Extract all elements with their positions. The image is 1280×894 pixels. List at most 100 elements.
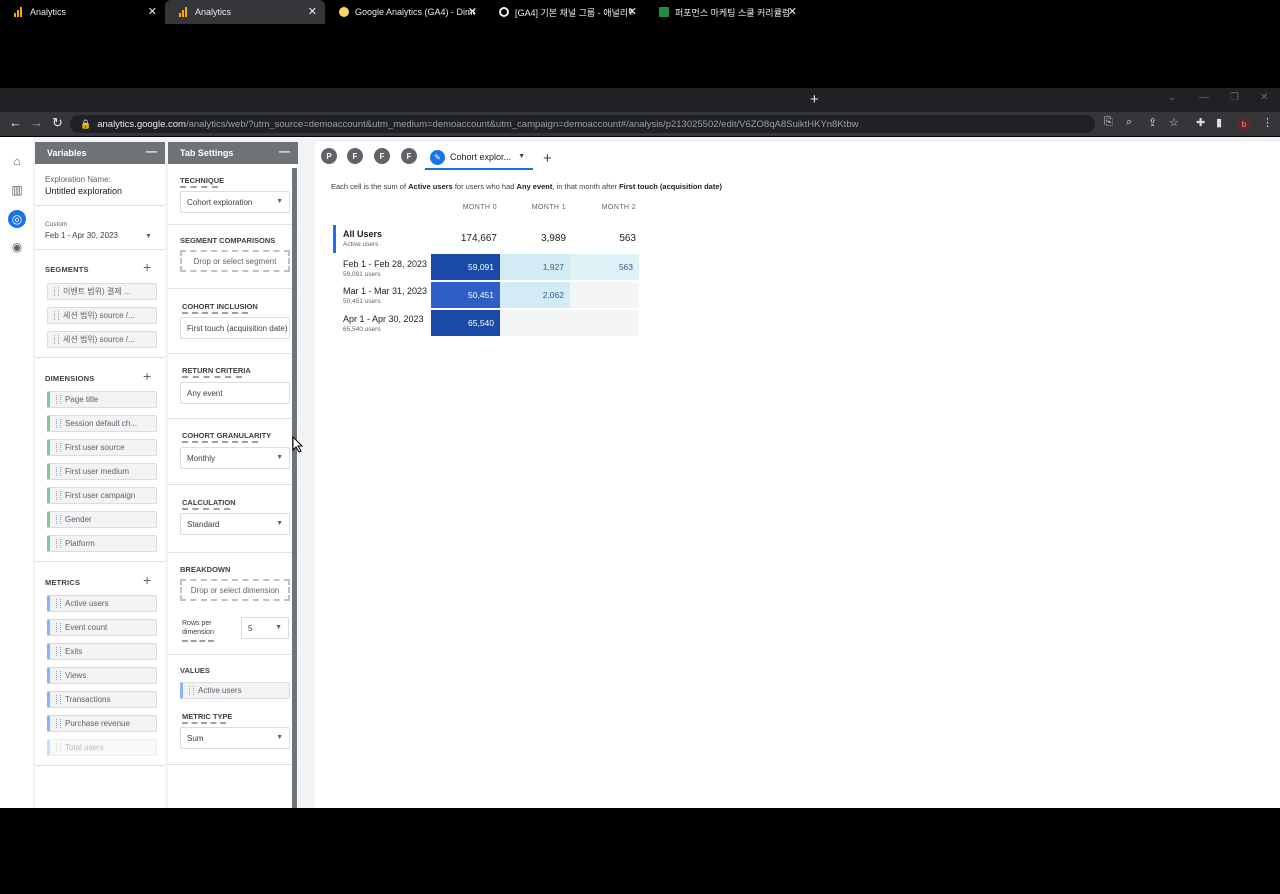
segment-chip[interactable]: 이벤트 범위) 결제 ... <box>47 283 157 300</box>
rows-per-dimension-select[interactable]: 5 ▼ <box>241 617 289 639</box>
segment-chip[interactable]: 세션 범위) source /... <box>47 307 157 324</box>
dimension-chip[interactable]: First user source <box>47 439 157 456</box>
browser-tab[interactable]: [GA4] 기본 채널 그룹 - 애널리틱 ✕ <box>485 0 645 24</box>
date-range-picker[interactable]: Feb 1 - Apr 30, 2023 <box>45 231 118 240</box>
tab-circle-f[interactable]: F <box>374 148 390 164</box>
dimension-chip[interactable]: Page title <box>47 391 157 408</box>
more-vert-icon[interactable]: ⋮ <box>1262 116 1273 129</box>
minimize-panel-icon[interactable]: — <box>279 146 290 158</box>
new-tab-icon[interactable]: + <box>810 91 819 108</box>
panel-scrollbar[interactable] <box>292 168 297 808</box>
divider <box>35 205 165 206</box>
return-criteria-select[interactable]: Any event <box>180 382 290 404</box>
cohort-cell[interactable]: 563 <box>570 254 639 280</box>
zoom-icon[interactable]: ⌕ <box>1126 116 1132 129</box>
dash-underline <box>182 640 214 642</box>
metric-chip[interactable]: Event count <box>47 619 157 636</box>
close-icon[interactable]: ✕ <box>628 5 637 18</box>
side-panel-icon[interactable]: ▮ <box>1216 116 1222 129</box>
breakdown-drop-zone[interactable]: Drop or select dimension <box>180 579 290 601</box>
tab-title: Analytics <box>195 7 232 17</box>
restore-icon[interactable]: ❐ <box>1230 92 1239 103</box>
cohort-cell[interactable]: 1,927 <box>500 254 570 280</box>
metrics-title: METRICS <box>45 578 81 587</box>
metric-chip[interactable]: Exits <box>47 643 157 660</box>
advertising-icon[interactable]: ◉ <box>9 239 25 255</box>
add-metric-icon[interactable]: + <box>143 572 151 588</box>
browser-tab[interactable]: Google Analytics (GA4) - Dimen ✕ <box>325 0 485 24</box>
home-icon[interactable]: ⌂ <box>9 153 25 169</box>
close-icon[interactable]: ✕ <box>788 5 797 18</box>
tab-circle-p[interactable]: P <box>321 148 337 164</box>
tab-search-icon[interactable]: ⌄ <box>1168 92 1176 103</box>
metric-type-select[interactable]: Sum ▼ <box>180 727 290 749</box>
cohort-inclusion-title: COHORT INCLUSION <box>182 302 258 311</box>
close-icon[interactable]: ✕ <box>468 5 477 18</box>
cohort-cell[interactable]: 59,091 <box>431 254 500 280</box>
breakdown-title: BREAKDOWN <box>180 565 231 574</box>
dash-underline <box>182 441 258 443</box>
tab-circle-f[interactable]: F <box>401 148 417 164</box>
metric-chip[interactable]: Total users <box>47 739 157 756</box>
forward-icon[interactable]: → <box>30 115 43 130</box>
cohort-row-label: Mar 1 - Mar 31, 2023 <box>343 286 428 296</box>
tab-cohort-exploration[interactable]: ✎ Cohort explor... ▼ <box>425 146 533 170</box>
cohort-cell[interactable]: 50,451 <box>431 282 500 308</box>
total-month-2: 563 <box>619 233 636 244</box>
cohort-cell[interactable]: 65,540 <box>431 310 500 336</box>
divider <box>35 561 165 562</box>
divider <box>168 654 298 655</box>
divider <box>168 224 298 225</box>
metric-chip[interactable]: Active users <box>47 595 157 612</box>
share-icon[interactable]: ⇪ <box>1148 116 1157 129</box>
browser-tab[interactable]: Analytics ✕ <box>0 0 165 24</box>
close-icon[interactable]: ✕ <box>308 5 317 18</box>
segment-chip[interactable]: 세션 범위) source /... <box>47 331 157 348</box>
rows-per-label-2: dimension <box>182 629 214 636</box>
window-close-icon[interactable]: ✕ <box>1260 92 1268 103</box>
metric-chip[interactable]: Views <box>47 667 157 684</box>
metric-chip[interactable]: Purchase revenue <box>47 715 157 732</box>
chevron-down-icon[interactable]: ▼ <box>145 233 152 240</box>
dimension-chip[interactable]: Session default ch... <box>47 415 157 432</box>
cohort-cell[interactable]: 2,062 <box>500 282 570 308</box>
dimension-chip[interactable]: Platform <box>47 535 157 552</box>
total-month-1: 3,989 <box>540 233 566 244</box>
dimension-chip[interactable]: First user medium <box>47 463 157 480</box>
tab-settings-header: Tab Settings — <box>168 142 298 164</box>
address-bar[interactable]: 🔒 analytics.google.com /analytics/web/?u… <box>70 115 1095 133</box>
reload-icon[interactable]: ↻ <box>52 115 63 131</box>
back-icon[interactable]: ← <box>9 115 22 130</box>
cohort-granularity-select[interactable]: Monthly ▼ <box>180 447 290 469</box>
add-segment-icon[interactable]: + <box>143 259 151 275</box>
dimension-chip[interactable]: First user campaign <box>47 487 157 504</box>
close-icon[interactable]: ✕ <box>148 5 157 18</box>
dash-underline <box>182 508 230 510</box>
segment-drop-zone[interactable]: Drop or select segment <box>180 250 290 272</box>
value-chip[interactable]: Active users <box>180 682 290 699</box>
tab-circle-f[interactable]: F <box>347 148 363 164</box>
add-tab-icon[interactable]: + <box>543 150 552 167</box>
cohort-description: Each cell is the sum of Active users for… <box>331 182 722 191</box>
bookmark-star-icon[interactable]: ☆ <box>1169 116 1179 129</box>
divider <box>35 357 165 358</box>
translate-icon[interactable]: ⎘ <box>1104 116 1113 129</box>
technique-select[interactable]: Cohort exploration ▼ <box>180 191 290 213</box>
browser-tab-active[interactable]: Analytics ✕ <box>165 0 325 24</box>
tab-title: 퍼포먼스 마케팅 스쿨 커리큘럼 <box>675 7 791 18</box>
url-host: analytics.google.com <box>97 118 186 130</box>
calculation-select[interactable]: Standard ▼ <box>180 513 290 535</box>
minimize-panel-icon[interactable]: — <box>146 146 157 158</box>
reports-icon[interactable]: ▥ <box>9 182 25 198</box>
cohort-inclusion-select[interactable]: First touch (acquisition date) <box>180 317 290 339</box>
minimize-icon[interactable]: — <box>1199 92 1209 103</box>
exploration-name-input[interactable]: Untitled exploration <box>45 186 122 196</box>
extensions-icon[interactable]: ✚ <box>1196 116 1205 129</box>
browser-tab[interactable]: 퍼포먼스 마케팅 스쿨 커리큘럼 ✕ <box>645 0 805 24</box>
dimension-chip[interactable]: Gender <box>47 511 157 528</box>
avatar[interactable]: b <box>1237 117 1251 131</box>
url-path: /analytics/web/?utm_source=demoaccount&u… <box>185 118 859 130</box>
metric-chip[interactable]: Transactions <box>47 691 157 708</box>
explore-icon[interactable]: ◎ <box>8 210 26 228</box>
add-dimension-icon[interactable]: + <box>143 368 151 384</box>
